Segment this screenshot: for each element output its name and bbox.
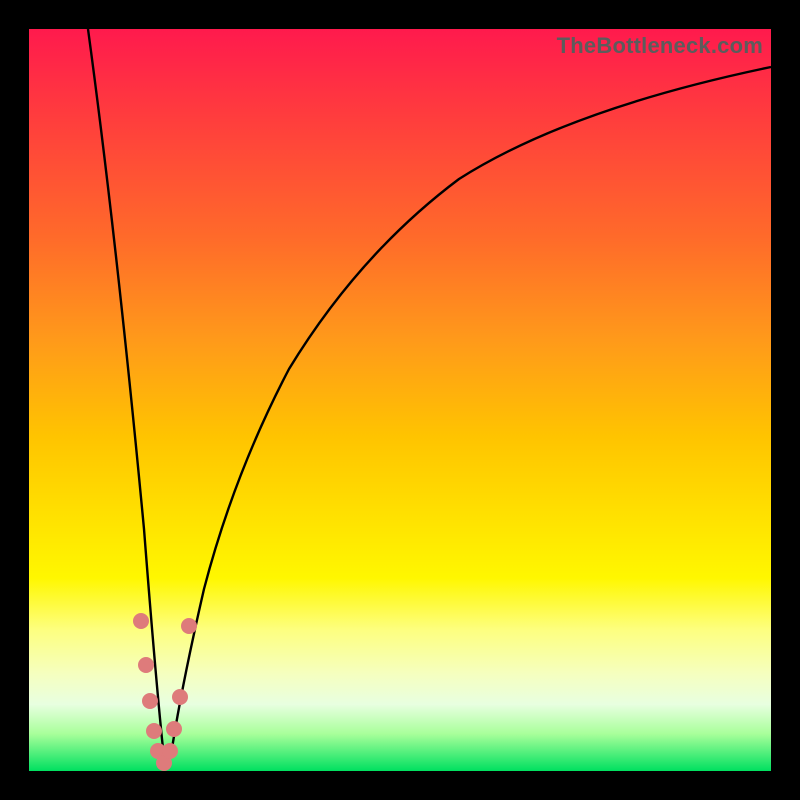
curve-right	[171, 67, 771, 755]
marker-group	[133, 613, 197, 771]
curve-left	[88, 29, 166, 767]
curve-group	[88, 29, 771, 767]
chart-frame: TheBottleneck.com	[0, 0, 800, 800]
chart-svg	[29, 29, 771, 771]
plot-area: TheBottleneck.com	[29, 29, 771, 771]
data-marker	[146, 723, 162, 739]
data-marker	[162, 743, 178, 759]
data-marker	[142, 693, 158, 709]
data-marker	[138, 657, 154, 673]
data-marker	[172, 689, 188, 705]
data-marker	[133, 613, 149, 629]
data-marker	[181, 618, 197, 634]
data-marker	[166, 721, 182, 737]
